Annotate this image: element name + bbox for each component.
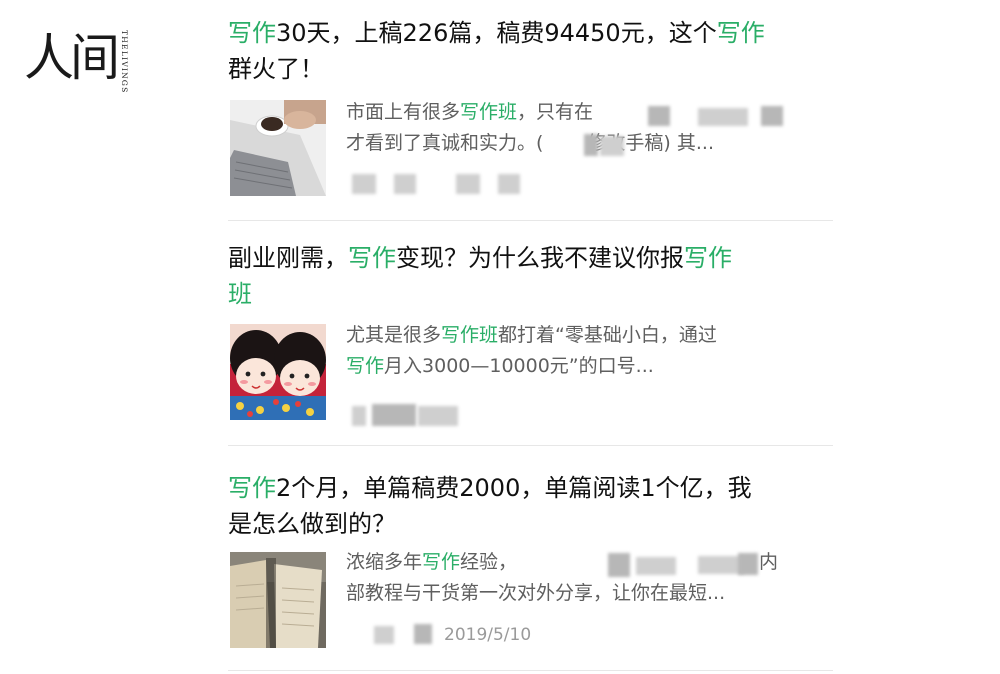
redaction-blur	[584, 134, 598, 156]
laptop-coffee-photo-icon	[230, 100, 326, 196]
title-text: 30天，上稿226篇，稿费94450元，这个	[276, 19, 717, 47]
snippet-keyword: 写作班	[460, 101, 518, 123]
snippet-keyword: 写作班	[441, 324, 499, 346]
redaction-blur	[372, 404, 416, 426]
divider	[228, 445, 833, 446]
snippet-text: 浓缩多年	[346, 551, 423, 573]
logo-subtitle: THE LIVINGS	[120, 30, 129, 94]
redaction-blur	[414, 624, 432, 644]
title-text: 2个月，单篇稿费2000，单篇阅读1个亿，我	[276, 474, 752, 502]
redaction-blur	[698, 108, 748, 126]
publish-date: 2019/5/10	[444, 625, 532, 645]
article-thumbnail[interactable]	[230, 324, 326, 420]
snippet-text: 部教程与干货第一次对外分享，让你在最短...	[346, 582, 726, 604]
divider	[228, 670, 833, 671]
title-text: 是怎么做到的？	[228, 510, 396, 538]
redaction	[543, 135, 587, 153]
article-meta: 2019/5/10	[346, 620, 816, 650]
article-snippet: 市面上有很多写作班，只有在 才看到了真诚和实力。(修改手稿) 其...	[346, 97, 816, 159]
notebook-pages-photo-icon	[230, 552, 326, 648]
logo-text: 人间	[24, 29, 120, 87]
redaction-blur	[761, 106, 783, 126]
title-keyword: 写作	[684, 244, 732, 272]
title-keyword: 写作	[348, 244, 396, 272]
redaction-blur	[600, 136, 624, 156]
snippet-text: 都打着“零基础小白，通过	[498, 324, 717, 346]
logo-sub-line-1: THE	[120, 30, 129, 51]
article-meta	[346, 168, 816, 198]
snippet-text: 尤其是很多	[346, 324, 442, 346]
redaction-blur	[456, 174, 480, 194]
article-snippet: 尤其是很多写作班都打着“零基础小白，通过写作月入3000—10000元”的口号.…	[346, 320, 816, 382]
article-title[interactable]: 副业刚需，写作变现？为什么我不建议你报写作班	[228, 240, 828, 312]
snippet-text: ，只有在	[517, 101, 594, 123]
snippet-text: 月入3000—10000元”的口号...	[384, 355, 654, 377]
article-thumbnail[interactable]	[230, 100, 326, 196]
article-meta	[346, 400, 816, 430]
title-text: 副业刚需，	[228, 244, 348, 272]
snippet-keyword: 写作	[422, 551, 461, 573]
cartoon-dolls-illustration-icon	[230, 324, 326, 420]
redaction-blur	[636, 557, 676, 575]
snippet-text: 内	[759, 551, 779, 573]
title-text: 群火了！	[228, 55, 324, 83]
redaction-blur	[418, 406, 458, 426]
title-keyword: 写作	[228, 19, 276, 47]
redaction-blur	[498, 174, 520, 194]
snippet-text: 才看到了真诚和实力。(	[346, 132, 544, 154]
redaction-blur	[374, 626, 394, 644]
article-title[interactable]: 写作30天，上稿226篇，稿费94450元，这个写作群火了！	[228, 15, 828, 87]
article-title[interactable]: 写作2个月，单篇稿费2000，单篇阅读1个亿，我是怎么做到的？	[228, 470, 828, 542]
title-keyword: 写作	[716, 19, 765, 47]
redaction-blur	[608, 553, 630, 577]
snippet-keyword: 写作	[346, 355, 385, 377]
title-keyword: 写作	[228, 474, 276, 502]
divider	[228, 220, 833, 221]
logo-sub-line-2: LIVINGS	[120, 50, 129, 94]
redaction-blur	[394, 174, 416, 194]
article-thumbnail[interactable]	[230, 552, 326, 648]
redaction-blur	[352, 406, 366, 426]
snippet-text: 市面上有很多	[346, 101, 461, 123]
title-text: 变现？为什么我不建议你报	[396, 244, 684, 272]
redaction-blur	[738, 553, 758, 575]
title-keyword: 班	[228, 280, 252, 308]
redaction-blur	[352, 174, 376, 194]
brand-logo: 人间 THE LIVINGS	[24, 28, 144, 94]
snippet-text: 经验，	[460, 551, 518, 573]
redaction-blur	[648, 106, 670, 126]
